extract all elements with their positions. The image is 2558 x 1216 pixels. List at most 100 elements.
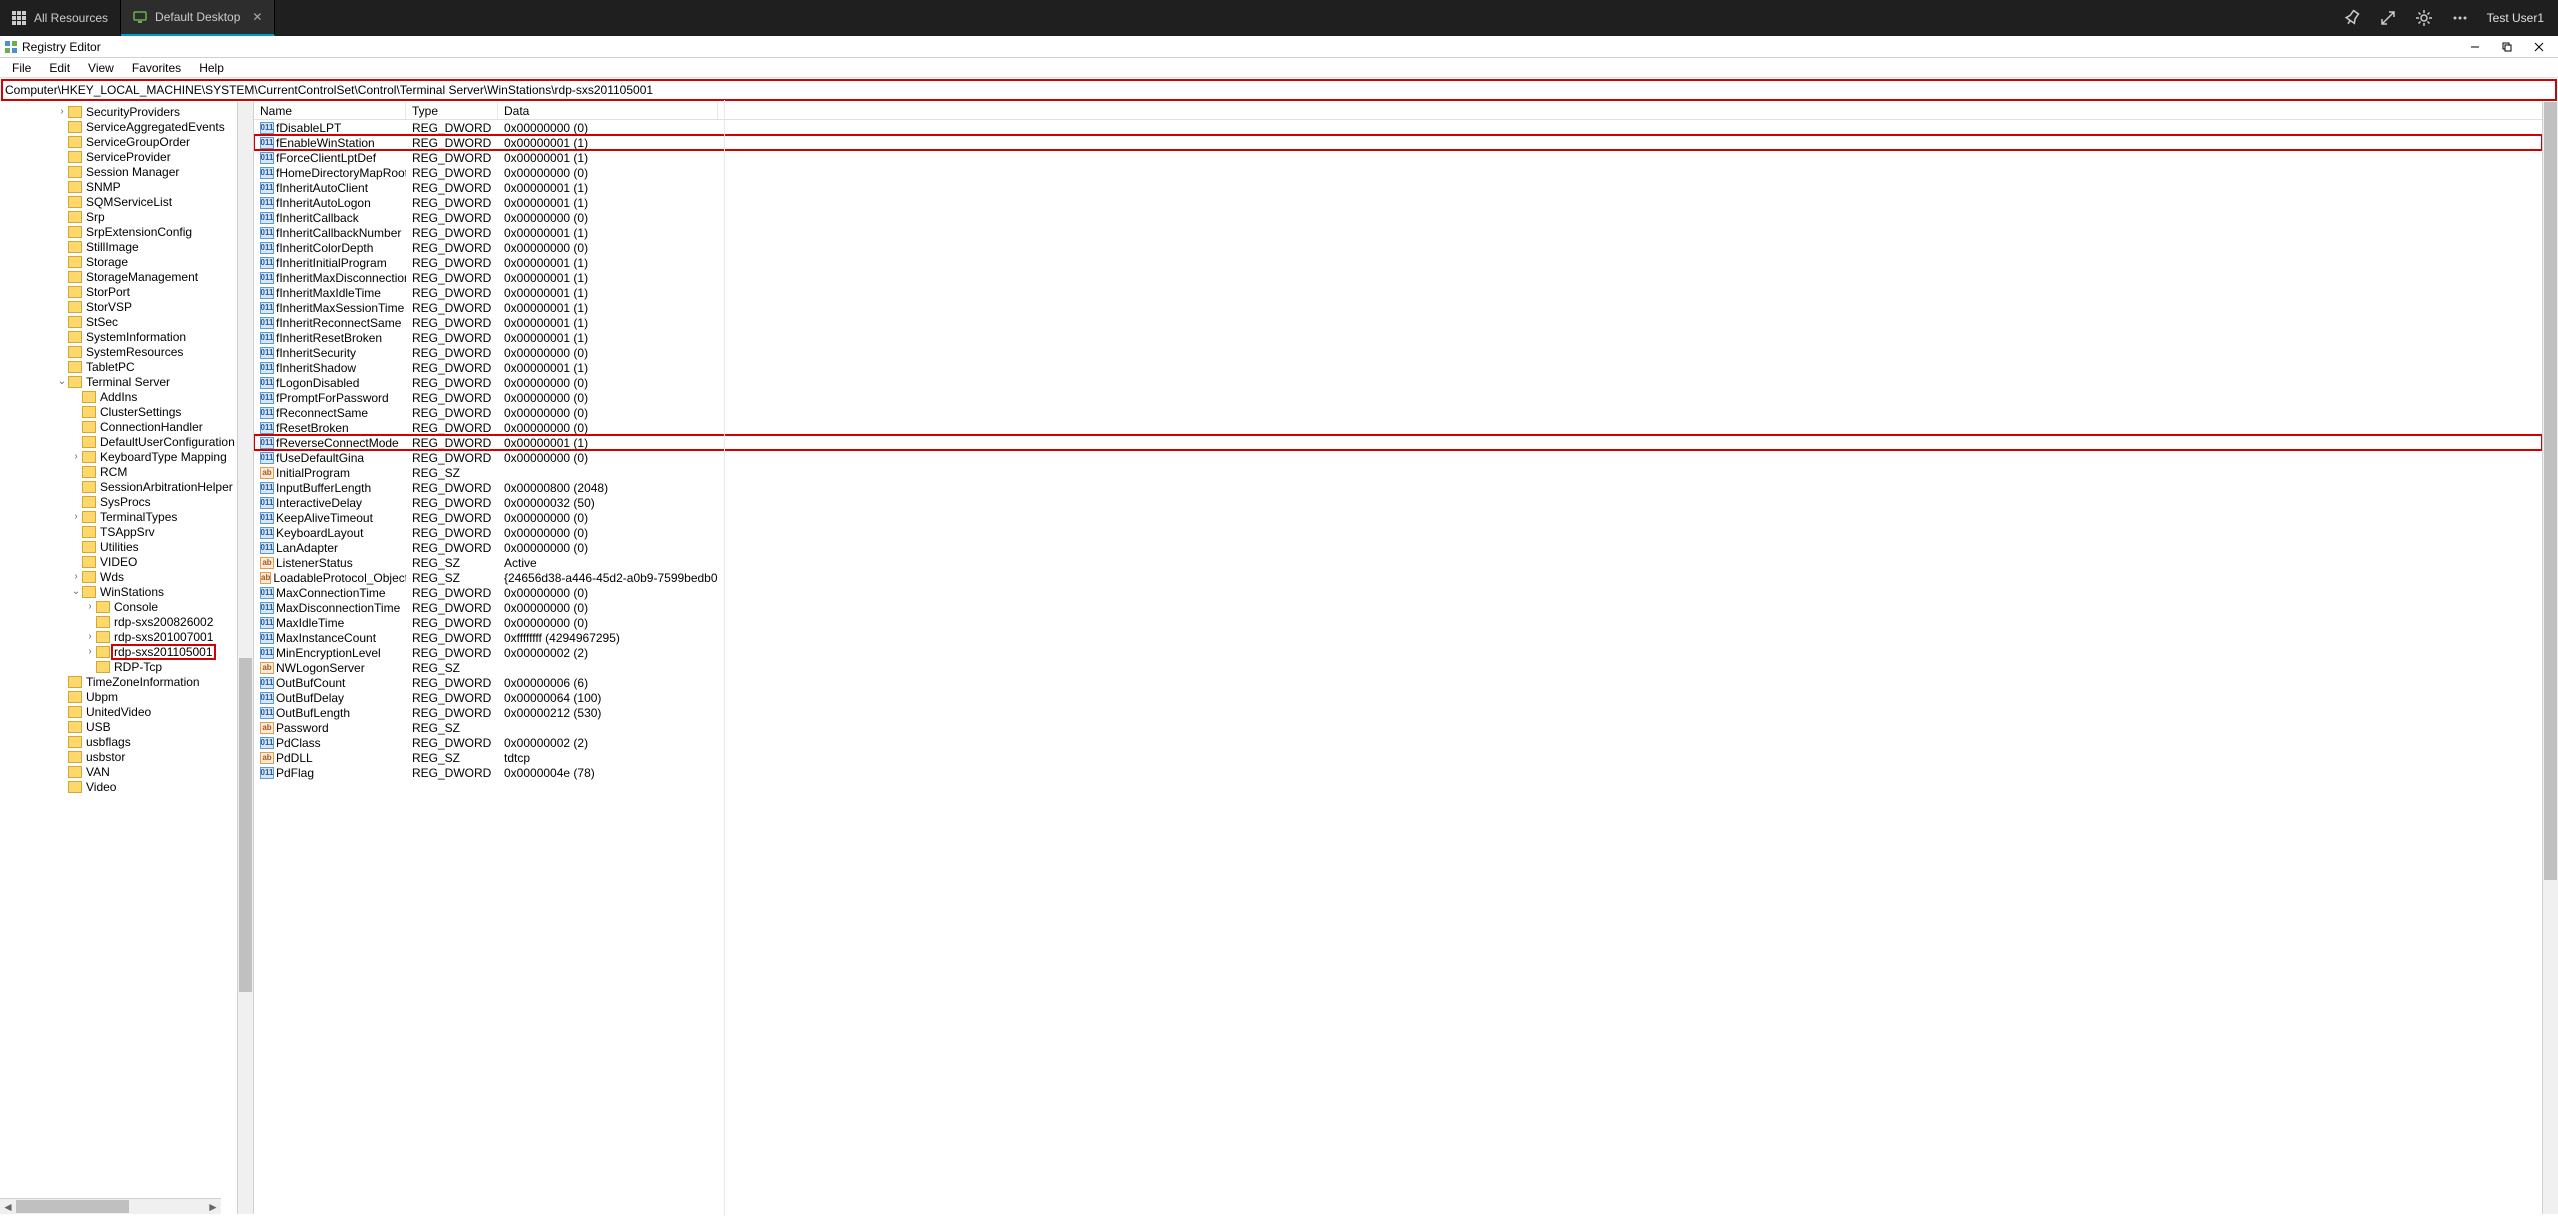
value-row[interactable]: 011fInheritColorDepthREG_DWORD0x00000000… [254, 240, 2542, 255]
gear-icon[interactable] [2415, 9, 2433, 27]
value-row[interactable]: 011PdFlagREG_DWORD0x0000004e (78) [254, 765, 2542, 780]
tree-node[interactable]: RDP-Tcp [0, 659, 237, 674]
tree-node[interactable]: StillImage [0, 239, 237, 254]
value-row[interactable]: abInitialProgramREG_SZ [254, 465, 2542, 480]
value-row[interactable]: 011fInheritAutoClientREG_DWORD0x00000001… [254, 180, 2542, 195]
tree-node[interactable]: StSec [0, 314, 237, 329]
menu-edit[interactable]: Edit [41, 59, 78, 77]
tree-node[interactable]: StorPort [0, 284, 237, 299]
tree-node[interactable]: Srp [0, 209, 237, 224]
value-row[interactable]: 011fInheritMaxIdleTimeREG_DWORD0x0000000… [254, 285, 2542, 300]
scroll-right-icon[interactable]: ► [205, 1200, 221, 1214]
pin-icon[interactable] [2343, 9, 2361, 27]
value-row[interactable]: abNWLogonServerREG_SZ [254, 660, 2542, 675]
tree-node[interactable]: Session Manager [0, 164, 237, 179]
expand-icon[interactable] [2379, 9, 2397, 27]
list-vertical-scrollbar[interactable] [2542, 102, 2558, 1214]
value-row[interactable]: 011fLogonDisabledREG_DWORD0x00000000 (0) [254, 375, 2542, 390]
value-row[interactable]: 011InteractiveDelayREG_DWORD0x00000032 (… [254, 495, 2542, 510]
value-row[interactable]: abListenerStatusREG_SZActive [254, 555, 2542, 570]
tree-node[interactable]: SessionArbitrationHelper [0, 479, 237, 494]
tree-node[interactable]: VAN [0, 764, 237, 779]
all-resources-tab[interactable]: All Resources [0, 0, 121, 36]
tree-node[interactable]: ›Wds [0, 569, 237, 584]
menu-file[interactable]: File [4, 59, 39, 77]
tree-node[interactable]: Ubpm [0, 689, 237, 704]
chevron-right-icon[interactable]: › [84, 631, 96, 642]
chevron-right-icon[interactable]: › [56, 106, 68, 117]
value-row[interactable]: 011OutBufCountREG_DWORD0x00000006 (6) [254, 675, 2542, 690]
menu-favorites[interactable]: Favorites [124, 59, 189, 77]
value-row[interactable]: 011MaxDisconnectionTimeREG_DWORD0x000000… [254, 600, 2542, 615]
value-row[interactable]: 011InputBufferLengthREG_DWORD0x00000800 … [254, 480, 2542, 495]
tree-node[interactable]: ClusterSettings [0, 404, 237, 419]
value-row[interactable]: 011fUseDefaultGinaREG_DWORD0x00000000 (0… [254, 450, 2542, 465]
tree-node[interactable]: AddIns [0, 389, 237, 404]
value-row[interactable]: 011fInheritCallbackREG_DWORD0x00000000 (… [254, 210, 2542, 225]
tree-node[interactable]: ⌄WinStations [0, 584, 237, 599]
value-row[interactable]: 011MaxConnectionTimeREG_DWORD0x00000000 … [254, 585, 2542, 600]
user-label[interactable]: Test User1 [2487, 11, 2544, 25]
tree-node[interactable]: ›SecurityProviders [0, 104, 237, 119]
value-row[interactable]: 011OutBufLengthREG_DWORD0x00000212 (530) [254, 705, 2542, 720]
tree-node[interactable]: ServiceProvider [0, 149, 237, 164]
value-row[interactable]: 011fInheritSecurityREG_DWORD0x00000000 (… [254, 345, 2542, 360]
value-row[interactable]: 011fInheritInitialProgramREG_DWORD0x0000… [254, 255, 2542, 270]
chevron-down-icon[interactable]: ⌄ [70, 586, 82, 597]
value-row[interactable]: 011fReconnectSameREG_DWORD0x00000000 (0) [254, 405, 2542, 420]
value-row[interactable]: 011KeyboardLayoutREG_DWORD0x00000000 (0) [254, 525, 2542, 540]
chevron-right-icon[interactable]: › [84, 601, 96, 612]
address-bar[interactable]: Computer\HKEY_LOCAL_MACHINE\SYSTEM\Curre… [1, 79, 2557, 101]
tree-node[interactable]: TSAppSrv [0, 524, 237, 539]
tree-node[interactable]: VIDEO [0, 554, 237, 569]
column-name[interactable]: Name [254, 102, 406, 119]
close-icon[interactable]: ✕ [252, 10, 262, 24]
tree-node[interactable]: rdp-sxs200826002 [0, 614, 237, 629]
tree-node[interactable]: TabletPC [0, 359, 237, 374]
value-row[interactable]: 011fReverseConnectModeREG_DWORD0x0000000… [254, 435, 2542, 450]
value-row[interactable]: 011fForceClientLptDefREG_DWORD0x00000001… [254, 150, 2542, 165]
value-row[interactable]: 011fInheritReconnectSameREG_DWORD0x00000… [254, 315, 2542, 330]
chevron-down-icon[interactable]: ⌄ [56, 376, 68, 387]
value-row[interactable]: 011MaxIdleTimeREG_DWORD0x00000000 (0) [254, 615, 2542, 630]
value-row[interactable]: 011PdClassREG_DWORD0x00000002 (2) [254, 735, 2542, 750]
scroll-left-icon[interactable]: ◄ [0, 1200, 16, 1214]
tree-node[interactable]: usbstor [0, 749, 237, 764]
column-data[interactable]: Data [498, 102, 718, 119]
value-row[interactable]: 011MaxInstanceCountREG_DWORD0xffffffff (… [254, 630, 2542, 645]
tree-node[interactable]: ServiceAggregatedEvents [0, 119, 237, 134]
chevron-right-icon[interactable]: › [84, 646, 96, 657]
tree-node[interactable]: SystemInformation [0, 329, 237, 344]
value-row[interactable]: 011KeepAliveTimeoutREG_DWORD0x00000000 (… [254, 510, 2542, 525]
tree-node[interactable]: TimeZoneInformation [0, 674, 237, 689]
tree-node[interactable]: usbflags [0, 734, 237, 749]
tree-node[interactable]: ConnectionHandler [0, 419, 237, 434]
tree-node[interactable]: ›TerminalTypes [0, 509, 237, 524]
tree-vertical-scrollbar[interactable] [237, 102, 253, 1214]
menu-help[interactable]: Help [191, 59, 232, 77]
tree-node[interactable]: Video [0, 779, 237, 794]
tree-node[interactable]: SrpExtensionConfig [0, 224, 237, 239]
tree-node[interactable]: ›rdp-sxs201105001 [0, 644, 237, 659]
chevron-right-icon[interactable]: › [70, 571, 82, 582]
value-row[interactable]: abPasswordREG_SZ [254, 720, 2542, 735]
tree-node[interactable]: SysProcs [0, 494, 237, 509]
value-row[interactable]: 011fInheritCallbackNumberREG_DWORD0x0000… [254, 225, 2542, 240]
value-row[interactable]: 011fPromptForPasswordREG_DWORD0x00000000… [254, 390, 2542, 405]
menu-view[interactable]: View [80, 59, 122, 77]
registry-tree[interactable]: ›SecurityProvidersServiceAggregatedEvent… [0, 102, 237, 794]
tree-node[interactable]: ›rdp-sxs201007001 [0, 629, 237, 644]
minimize-button[interactable] [2460, 37, 2490, 57]
close-button[interactable] [2524, 37, 2554, 57]
tree-node[interactable]: StorageManagement [0, 269, 237, 284]
tree-node[interactable]: ServiceGroupOrder [0, 134, 237, 149]
tree-node[interactable]: RCM [0, 464, 237, 479]
value-list[interactable]: 011fDisableLPTREG_DWORD0x00000000 (0)011… [254, 120, 2542, 780]
tree-node[interactable]: SNMP [0, 179, 237, 194]
value-row[interactable]: 011fInheritShadowREG_DWORD0x00000001 (1) [254, 360, 2542, 375]
desktop-tab[interactable]: Default Desktop ✕ [121, 0, 275, 36]
value-row[interactable]: 011fInheritMaxDisconnectionTimeREG_DWORD… [254, 270, 2542, 285]
chevron-right-icon[interactable]: › [70, 511, 82, 522]
value-row[interactable]: abLoadableProtocol_ObjectREG_SZ{24656d38… [254, 570, 2542, 585]
value-row[interactable]: 011LanAdapterREG_DWORD0x00000000 (0) [254, 540, 2542, 555]
